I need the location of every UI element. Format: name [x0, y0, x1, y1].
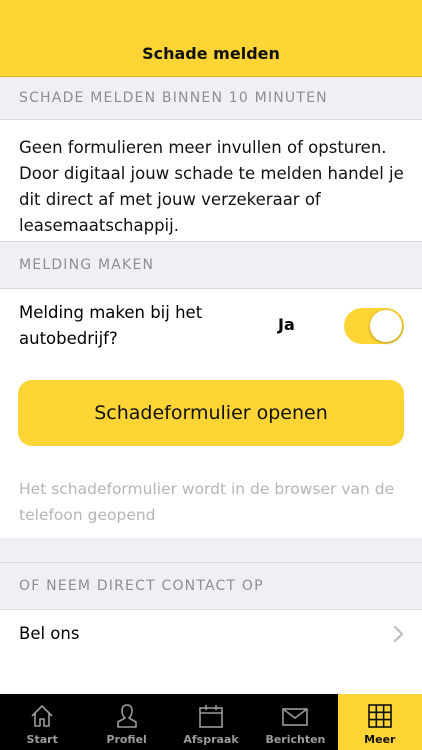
toggle-knob [370, 310, 402, 342]
call-us-row[interactable] [0, 610, 422, 694]
tab-berichten[interactable]: Berichten [253, 694, 337, 750]
status-bar [0, 0, 422, 30]
tab-meer[interactable]: Meer [337, 694, 422, 750]
call-us-label: Bel ons [19, 624, 80, 643]
section-header-report: SCHADE MELDEN BINNEN 10 MINUTEN [0, 77, 422, 119]
tab-label: Berichten [265, 733, 326, 746]
grid-icon [368, 704, 392, 728]
chevron-right-icon [394, 626, 403, 642]
browser-hint-text: Het schadeformulier wordt in de browser … [19, 480, 395, 524]
open-form-button[interactable]: Schadeformulier openen [18, 380, 404, 446]
section-header-notify: MELDING MAKEN [0, 242, 422, 288]
tab-afspraak[interactable]: Afspraak [169, 694, 253, 750]
tab-label: Start [26, 733, 58, 746]
intro-text: Geen formulieren meer invullen of opstur… [19, 138, 404, 235]
mail-icon [282, 708, 309, 726]
section-header-contact: OF NEEM DIRECT CONTACT OP [0, 563, 422, 609]
notify-toggle-label: Melding maken bij het autobedrijf? [19, 303, 203, 348]
tab-bar: Start Profiel Afspraak Berichten Meer [0, 694, 422, 750]
navigation-bar: Schade melden [0, 30, 422, 77]
home-icon [31, 705, 53, 727]
calendar-icon [199, 705, 223, 728]
tab-profiel[interactable]: Profiel [84, 694, 168, 750]
tab-label: Afspraak [183, 733, 239, 746]
tab-label: Meer [364, 733, 396, 746]
notify-toggle-switch[interactable] [344, 308, 404, 344]
notify-toggle-value: Ja [278, 315, 295, 334]
tab-label: Profiel [106, 733, 147, 746]
tab-start[interactable]: Start [0, 694, 84, 750]
profile-icon [116, 704, 137, 728]
page-title: Schade melden [142, 43, 280, 63]
divider [0, 562, 422, 563]
